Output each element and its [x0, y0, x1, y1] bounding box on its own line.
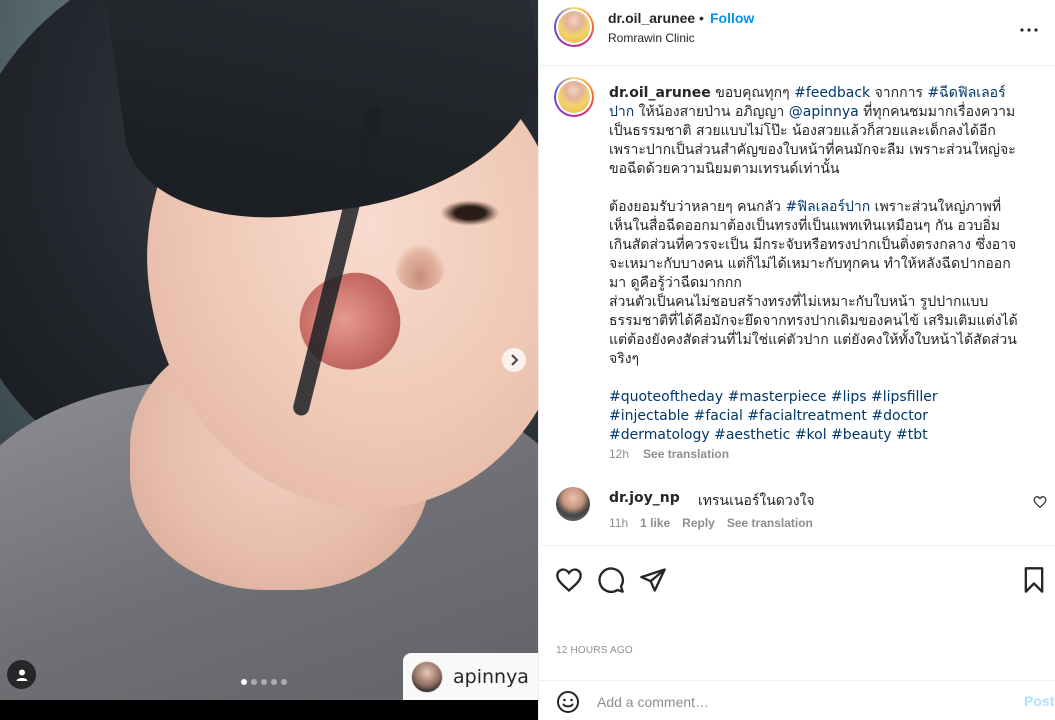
- chevron-right-icon: [511, 354, 519, 366]
- caption-time: 12h: [609, 447, 630, 461]
- mention-link[interactable]: @apinnya: [789, 104, 859, 120]
- tagged-users-button[interactable]: [7, 660, 36, 689]
- hashtag-link[interactable]: #kol: [795, 427, 827, 443]
- comment-icon[interactable]: [597, 566, 625, 594]
- carousel-indicator: [241, 679, 287, 685]
- caption-hashtags: #quoteoftheday #masterpiece #lips #lipsf…: [609, 388, 1021, 445]
- caption-author-avatar[interactable]: [554, 77, 594, 117]
- more-options-button[interactable]: [1017, 18, 1041, 42]
- photo-eye: [440, 200, 500, 226]
- comment-text: เทรนเนอร์ในดวงใจ: [698, 493, 815, 509]
- caption-paragraph-3: ส่วนตัวเป็นคนไม่ชอบสร้างทรงที่ไม่เหมาะกั…: [609, 294, 1018, 367]
- user-icon: [16, 669, 27, 681]
- post-actions: 12 HOURS AGO: [539, 545, 1055, 660]
- caption-text-run: ให้น้องสายป่าน อภิญญา: [634, 104, 789, 120]
- comment-heart-icon[interactable]: [1033, 495, 1047, 509]
- tagged-user-name: apinnya: [453, 665, 529, 688]
- hashtag-link[interactable]: #injectable: [609, 408, 689, 424]
- comment-input[interactable]: [597, 689, 977, 715]
- caption-see-translation[interactable]: See translation: [643, 447, 729, 461]
- emoji-icon[interactable]: [556, 690, 580, 714]
- caption-paragraph-1: dr.oil_arunee ขอบคุณทุกๆ #feedback จากกา…: [609, 84, 1021, 179]
- post-media[interactable]: apinnya: [0, 0, 538, 700]
- tagged-user-watermark: apinnya: [403, 653, 538, 700]
- caption-meta: 12h See translation: [609, 447, 729, 461]
- carousel-dot: [251, 679, 257, 685]
- hashtag-link[interactable]: #tbt: [896, 427, 928, 443]
- comment-time: 11h: [609, 516, 629, 530]
- media-bottom-strip: [0, 700, 538, 720]
- add-comment-bar: Post: [539, 680, 1055, 720]
- heart-icon[interactable]: [555, 566, 583, 594]
- follow-button[interactable]: Follow: [710, 10, 754, 26]
- more-horizontal-icon: [1020, 28, 1038, 32]
- carousel-dot: [241, 679, 247, 685]
- post-side-panel: dr.oil_arunee • Follow Romrawin Clinic d…: [538, 0, 1055, 720]
- commenter-username[interactable]: dr.joy_np: [609, 490, 680, 506]
- hashtag-link[interactable]: #beauty: [831, 427, 891, 443]
- photo-nose: [395, 245, 445, 290]
- share-icon[interactable]: [639, 566, 667, 594]
- caption-username[interactable]: dr.oil_arunee: [609, 85, 711, 101]
- post-time-ago: 12 HOURS AGO: [556, 645, 633, 656]
- bookmark-icon[interactable]: [1020, 566, 1048, 594]
- caption-text-run: ต้องยอมรับว่าหลายๆ คนกลัว: [609, 199, 786, 215]
- comment-likes[interactable]: 1 like: [640, 516, 670, 530]
- hashtag-link[interactable]: #lipsfiller: [871, 389, 938, 405]
- hashtag-link[interactable]: #facial: [694, 408, 743, 424]
- location-link[interactable]: Romrawin Clinic: [608, 31, 695, 45]
- hashtag-link[interactable]: #lips: [831, 389, 867, 405]
- hashtag-link[interactable]: #ฟิลเลอร์ปาก: [785, 199, 870, 215]
- carousel-dot: [271, 679, 277, 685]
- caption-area: dr.oil_arunee ขอบคุณทุกๆ #feedback จากกา…: [539, 66, 1055, 546]
- hashtag-link[interactable]: #feedback: [794, 85, 870, 101]
- separator-dot: •: [699, 10, 704, 26]
- hashtag-link[interactable]: #aesthetic: [714, 427, 790, 443]
- hashtag-link[interactable]: #dermatology: [609, 427, 710, 443]
- comment-item: dr.joy_np เทรนเนอร์ในดวงใจ 11h 1 like Re…: [539, 485, 1055, 541]
- comment-meta: 11h 1 like Reply See translation: [609, 516, 813, 530]
- author-avatar[interactable]: [554, 7, 594, 47]
- post-comment-button[interactable]: Post: [1024, 693, 1054, 709]
- comment-reply-button[interactable]: Reply: [682, 516, 715, 530]
- caption-paragraph-2: ต้องยอมรับว่าหลายๆ คนกลัว #ฟิลเลอร์ปาก เ…: [609, 198, 1021, 293]
- commenter-avatar[interactable]: [556, 487, 590, 521]
- author-username[interactable]: dr.oil_arunee: [608, 10, 695, 26]
- comment-see-translation[interactable]: See translation: [727, 516, 813, 530]
- tagged-user-avatar: [411, 660, 443, 693]
- hashtag-link[interactable]: #quoteoftheday: [609, 389, 723, 405]
- hashtag-link[interactable]: #doctor: [871, 408, 928, 424]
- next-slide-button[interactable]: [502, 348, 526, 372]
- carousel-dot: [261, 679, 267, 685]
- post-header: dr.oil_arunee • Follow Romrawin Clinic: [539, 0, 1055, 66]
- hashtag-link[interactable]: #masterpiece: [728, 389, 827, 405]
- hashtag-link[interactable]: #facialtreatment: [747, 408, 867, 424]
- caption-text: dr.oil_arunee ขอบคุณทุกๆ #feedback จากกา…: [609, 84, 1021, 445]
- carousel-dot: [281, 679, 287, 685]
- caption-text-run: ขอบคุณทุกๆ: [710, 85, 795, 101]
- caption-text-run: จากการ: [870, 85, 928, 101]
